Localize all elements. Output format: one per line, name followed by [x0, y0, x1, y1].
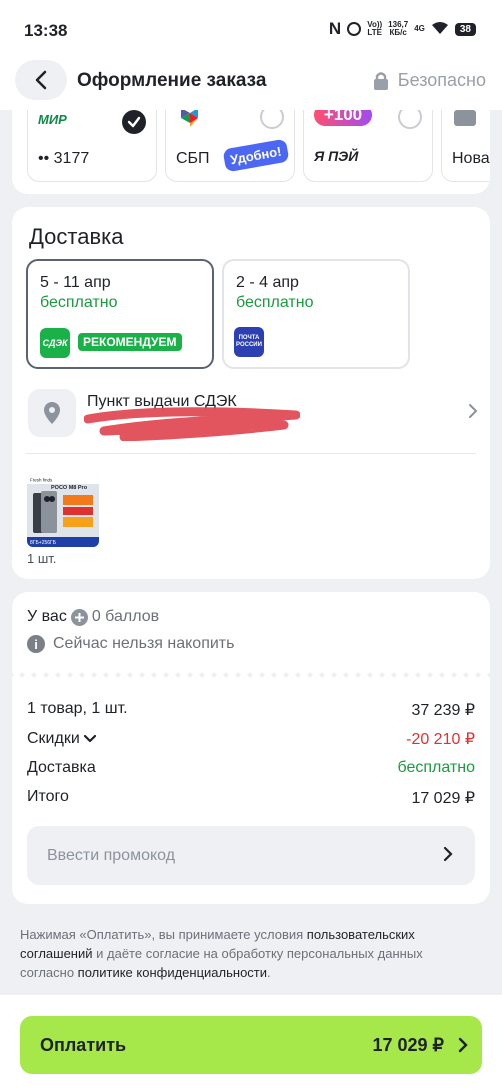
payment-method-new-card[interactable]: Нова [441, 110, 490, 182]
info-icon: i [27, 635, 45, 653]
legal-text-3: . [267, 965, 271, 980]
new-card-label: Нова [452, 150, 490, 167]
points-prefix: У вас [27, 608, 67, 625]
recommended-badge: РЕКОМЕНДУЕМ [78, 333, 182, 351]
cdek-logo: СДЭК [40, 328, 70, 358]
mir-logo: МИР [38, 112, 67, 127]
battery-indicator: 38 [454, 22, 476, 36]
delivery-section: Доставка 5 - 11 апр бесплатно СДЭК РЕКОМ… [12, 207, 490, 579]
product-quantity: 1 шт. [27, 551, 57, 566]
redacted-address-scribble [84, 407, 300, 441]
payment-method-mir-card[interactable]: МИР •• 3177 [27, 110, 157, 182]
points-info-text: Сейчас нельзя накопить [53, 635, 235, 652]
payment-method-yandex-pay[interactable]: +100 Я ПЭЙ [303, 110, 433, 182]
checkout-header: Оформление заказа Безопасно [0, 50, 502, 110]
delivery-dates: 5 - 11 апр [40, 274, 111, 291]
chevron-right-icon [469, 404, 478, 418]
summary-delivery-row: Доставка бесплатно [27, 759, 475, 777]
card-number: •• 3177 [38, 150, 90, 167]
payment-radio[interactable] [398, 110, 422, 129]
delivery-option-cdek[interactable]: 5 - 11 апр бесплатно СДЭК РЕКОМЕНДУЕМ [26, 259, 214, 369]
nfc-icon: N [328, 19, 342, 38]
signal-label: 4G [414, 24, 425, 33]
payment-method-sbp[interactable]: СБП Удобно! [165, 110, 295, 182]
pay-button-amount: 17 029 ₽ [372, 1035, 444, 1055]
discounts-toggle[interactable]: Скидки [27, 729, 96, 749]
receipt-edge-divider [12, 668, 490, 682]
discounts-label: Скидки [27, 730, 80, 747]
pochta-logo: ПОЧТА РОССИИ [234, 327, 264, 357]
lock-icon [373, 71, 388, 90]
discounts-value: -20 210 ₽ [406, 731, 475, 748]
privacy-policy-link[interactable]: политике конфиденциальности [78, 965, 267, 980]
promo-code-placeholder: Ввести промокод [47, 847, 176, 864]
total-value: 17 029 ₽ [411, 790, 475, 807]
chevron-right-icon [458, 1037, 468, 1053]
pay-button-label: Оплатить [40, 1035, 127, 1055]
plus-points-badge: +100 [314, 110, 372, 126]
delivery-title: Доставка [29, 224, 124, 249]
legal-notice: Нажимая «Оплатить», вы принимаете услови… [20, 925, 480, 982]
selected-check-icon [122, 110, 146, 134]
points-coin-icon [70, 608, 88, 626]
product-model: POCO M8 Pro [51, 485, 88, 491]
total-label: Итого [27, 788, 69, 805]
chevron-down-icon [83, 735, 96, 743]
status-time: 13:38 [24, 21, 68, 40]
summary-items-row: 1 товар, 1 шт. 37 239 ₽ [27, 700, 475, 720]
back-button[interactable] [15, 60, 67, 100]
order-summary: 1 товар, 1 шт. 37 239 ₽ Скидки -20 210 ₽… [12, 682, 490, 904]
network-bottom-label: LTE [367, 28, 382, 37]
delivery-value: бесплатно [397, 759, 476, 776]
sbp-label: СБП [176, 150, 210, 167]
convenient-badge: Удобно! [222, 138, 290, 173]
yandex-pay-logo: Я ПЭЙ [314, 148, 359, 164]
product-thumbnail[interactable]: Fresh finds POCO M8 Pro 8ГБ+256ГБ [27, 475, 99, 547]
product-brand-tag: Fresh finds [30, 478, 53, 483]
legal-text-1: Нажимая «Оплатить», вы принимаете услови… [20, 927, 307, 942]
wifi-icon [431, 21, 449, 38]
alarm-icon [347, 22, 362, 36]
summary-discounts-row[interactable]: Скидки -20 210 ₽ [27, 729, 475, 749]
location-pin-icon [28, 389, 76, 437]
page-title: Оформление заказа [77, 70, 267, 91]
bottom-bar: Оплатить 17 029 ₽ [0, 995, 502, 1090]
items-label: 1 товар, 1 шт. [27, 700, 128, 717]
delivery-label: Доставка [27, 759, 96, 776]
points-balance: 0 баллов [91, 608, 160, 625]
summary-total-row: Итого 17 029 ₽ [27, 788, 475, 808]
wallet-icon [454, 110, 476, 126]
pickup-point-row[interactable]: Пункт выдачи СДЭК [26, 387, 478, 441]
points-balance-line: У вас 0 баллов [27, 608, 159, 626]
payment-radio[interactable] [260, 110, 284, 129]
items-value: 37 239 ₽ [411, 702, 475, 719]
chevron-right-icon [443, 846, 453, 862]
delivery-dates: 2 - 4 апр [236, 274, 299, 291]
secure-label: Безопасно [397, 70, 486, 90]
delivery-price: бесплатно [236, 294, 314, 311]
network-indicator: Vo)) LTE [367, 21, 382, 37]
points-section: У вас 0 баллов i Сейчас нельзя накопить [12, 592, 490, 674]
payment-methods: МИР •• 3177 СБП Удобно! +100 Я ПЭЙ Нова [12, 110, 490, 194]
points-info-line: i Сейчас нельзя накопить [27, 635, 234, 653]
speed-indicator: 136,7 КБ/с [388, 21, 408, 37]
product-memory: 8ГБ+256ГБ [30, 540, 57, 546]
delivery-option-pochta[interactable]: 2 - 4 апр бесплатно ПОЧТА РОССИИ [222, 259, 410, 369]
chevron-left-icon [35, 70, 47, 90]
divider [26, 453, 476, 454]
sbp-logo-icon [181, 110, 198, 127]
product-image: Fresh finds POCO M8 Pro 8ГБ+256ГБ [27, 475, 99, 547]
secure-indicator: Безопасно [372, 70, 486, 91]
status-icons: N Vo)) LTE 136,7 КБ/с 4G 38 [329, 19, 476, 39]
delivery-price: бесплатно [40, 294, 118, 311]
promo-code-button[interactable]: Ввести промокод [27, 826, 475, 885]
speed-unit: КБ/с [389, 28, 407, 37]
pay-button[interactable]: Оплатить 17 029 ₽ [20, 1016, 482, 1074]
